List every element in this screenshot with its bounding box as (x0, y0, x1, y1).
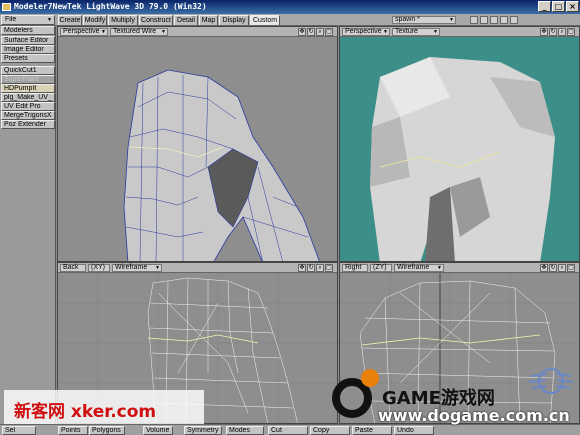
sidebar-item-uv-edit-pro[interactable]: UV Edit Pro (1, 102, 55, 111)
sidebar-item-image-editor[interactable]: Image Editor (1, 45, 55, 54)
modes-button[interactable]: Modes (226, 426, 264, 435)
rotate-view-icon[interactable]: ↻ (307, 28, 315, 36)
undo-button[interactable]: Undo (394, 426, 434, 435)
layer-icon-1[interactable] (470, 16, 478, 24)
textured-model (370, 57, 555, 261)
layer-select[interactable]: spawn * ▼ (392, 16, 456, 24)
paste-button[interactable]: Paste (352, 426, 392, 435)
sel-button[interactable]: Sel (2, 426, 36, 435)
viewport-perspective-texture[interactable]: Perspective ▼ Texture ▼ ✥ ↻ ⌕ ▢ (339, 26, 580, 262)
view-type-select[interactable]: Perspective ▼ (60, 28, 108, 36)
wire-shaded-model (123, 69, 320, 261)
zoom-view-icon[interactable]: ⌕ (316, 264, 324, 272)
zoom-view-icon[interactable]: ⌕ (558, 28, 566, 36)
rotate-view-icon[interactable]: ↻ (307, 264, 315, 272)
maximize-button[interactable]: □ (552, 1, 565, 12)
app-icon (2, 3, 11, 11)
move-view-icon[interactable]: ✥ (540, 264, 548, 272)
move-view-icon[interactable]: ✥ (540, 28, 548, 36)
axes-select[interactable]: (ZY) (370, 264, 392, 272)
tab-construct[interactable]: Construct (139, 15, 173, 25)
maximize-view-icon[interactable]: ▢ (567, 264, 575, 272)
rotate-view-icon[interactable]: ↻ (549, 264, 557, 272)
view-type-select[interactable]: Right (342, 264, 368, 272)
sidebar-item-modelers[interactable]: Modelers (1, 26, 55, 35)
file-menu[interactable]: File ▼ (1, 15, 55, 25)
render-mode-select[interactable]: Wireframe ▼ (394, 264, 444, 272)
view-type-select[interactable]: Back (60, 264, 86, 272)
viewport-canvas[interactable] (58, 37, 337, 261)
sidebar-item-superpaint[interactable]: SuperPaint (1, 75, 55, 84)
layer-icon-4[interactable] (500, 16, 508, 24)
viewport-header: Perspective ▼ Textured Wire ▼ ✥ ↻ ⌕ ▢ (58, 27, 337, 37)
toolbar-tabs: File ▼ Create Modify Multiply Construct D… (0, 14, 580, 26)
dogame-watermark: GAME游戏网 www.dogame.com.cn (330, 356, 580, 426)
viewport-header: Right (ZY) Wireframe ▼ ✥ ↻ ⌕ ▢ (340, 263, 579, 273)
axes-select[interactable]: (XY) (88, 264, 110, 272)
tab-detail[interactable]: Detail (174, 15, 198, 25)
volume-button[interactable]: Volume (143, 426, 173, 435)
points-button[interactable]: Points (58, 426, 88, 435)
tab-multiply[interactable]: Multiply (108, 15, 138, 25)
winged-emblem-icon (528, 368, 574, 394)
sidebar-item-hdpumpit[interactable]: HDPumpIt (1, 84, 55, 93)
move-view-icon[interactable]: ✥ (298, 28, 306, 36)
symmetry-button[interactable]: Symmetry (184, 426, 222, 435)
xker-watermark-text: 新客网 xker.com (14, 402, 157, 422)
lightwave-modeler-window: Modeler7NewTek LightWave 3D 79.0 (Win32)… (0, 0, 580, 435)
sidebar-item-surface-editor[interactable]: Surface Editor (1, 36, 55, 45)
render-mode-select[interactable]: Texture ▼ (392, 28, 440, 36)
tab-create[interactable]: Create (58, 15, 82, 25)
polygons-button[interactable]: Polygons (89, 426, 125, 435)
render-mode-select[interactable]: Wireframe ▼ (112, 264, 162, 272)
sidebar-item-merge-trigons[interactable]: MergeTrigonsX (1, 111, 55, 120)
sidebar-item-make-uv[interactable]: plg_Make_UV_ (1, 93, 55, 102)
sidebar-item-poz-extender[interactable]: Poz Extender (1, 120, 55, 129)
layer-icon-5[interactable] (510, 16, 518, 24)
sidebar: Modelers Surface Editor Image Editor Pre… (0, 26, 56, 426)
maximize-view-icon[interactable]: ▢ (325, 28, 333, 36)
render-mode-select[interactable]: Textured Wire ▼ (110, 28, 168, 36)
sidebar-item-quickcut[interactable]: QuickCut1 (1, 66, 55, 75)
minimize-button[interactable]: _ (538, 1, 551, 12)
cut-button[interactable]: Cut (268, 426, 308, 435)
tab-display[interactable]: Display (219, 15, 249, 25)
sidebar-item-presets[interactable]: Presets (1, 54, 55, 63)
title-bar: Modeler7NewTek LightWave 3D 79.0 (Win32)… (0, 0, 580, 14)
close-button[interactable]: × (566, 1, 579, 12)
maximize-view-icon[interactable]: ▢ (325, 264, 333, 272)
zoom-view-icon[interactable]: ⌕ (316, 28, 324, 36)
tab-map[interactable]: Map (199, 15, 218, 25)
tab-modify[interactable]: Modify (83, 15, 107, 25)
viewport-header: Back (XY) Wireframe ▼ ✥ ↻ ⌕ ▢ (58, 263, 337, 273)
rotate-view-icon[interactable]: ↻ (549, 28, 557, 36)
copy-button[interactable]: Copy (310, 426, 350, 435)
layer-icon-3[interactable] (490, 16, 498, 24)
viewport-canvas[interactable] (340, 37, 579, 261)
xker-watermark: 新客网 xker.com (4, 390, 204, 424)
view-type-select[interactable]: Perspective ▼ (342, 28, 390, 36)
move-view-icon[interactable]: ✥ (298, 264, 306, 272)
dogame-url-text: www.dogame.com.cn (378, 406, 570, 425)
zoom-view-icon[interactable]: ⌕ (558, 264, 566, 272)
tab-custom[interactable]: Custom (250, 15, 280, 25)
viewport-header: Perspective ▼ Texture ▼ ✥ ↻ ⌕ ▢ (340, 27, 579, 37)
layer-icon-2[interactable] (480, 16, 488, 24)
maximize-view-icon[interactable]: ▢ (567, 28, 575, 36)
window-title: Modeler7NewTek LightWave 3D 79.0 (Win32) (14, 2, 207, 11)
viewport-perspective-wire[interactable]: Perspective ▼ Textured Wire ▼ ✥ ↻ ⌕ ▢ (57, 26, 338, 262)
